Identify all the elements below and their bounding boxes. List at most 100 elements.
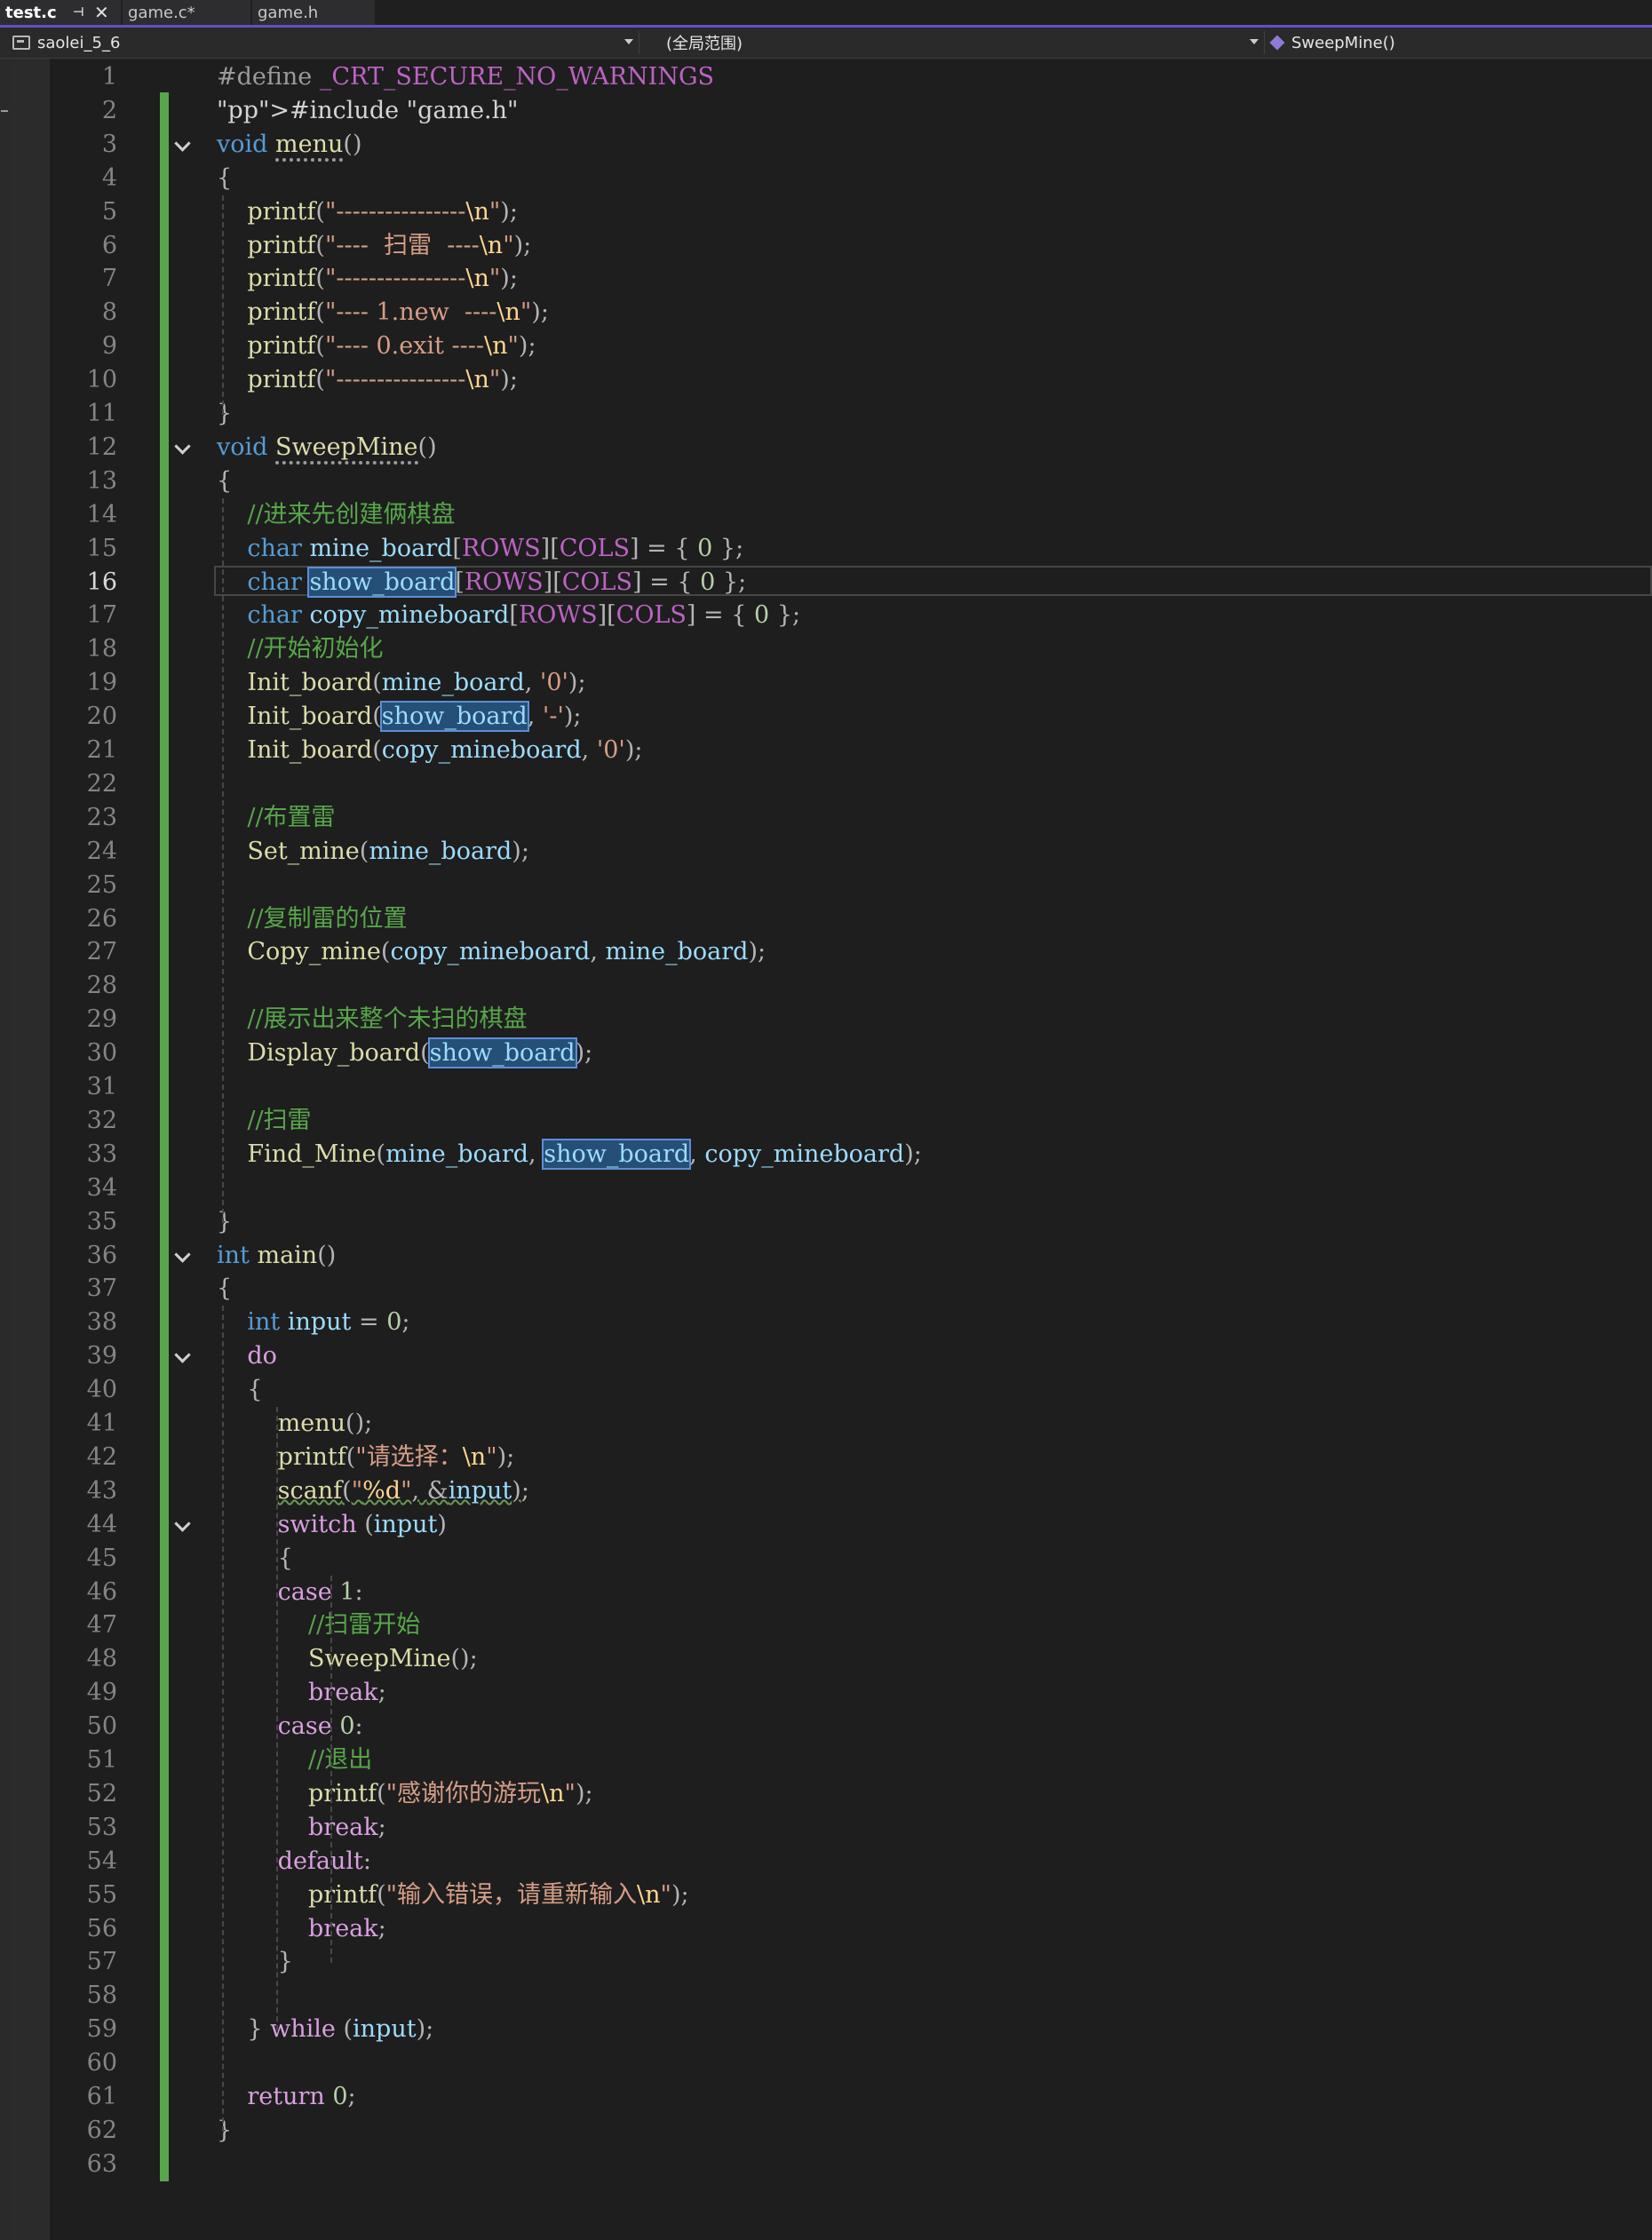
code-line[interactable]: 55 printf("输入错误，请重新输入\n");	[0, 1879, 1652, 1912]
code-line[interactable]: 8 printf("---- 1.new ----\n");	[0, 296, 1652, 330]
code-line[interactable]: 50 case 0:	[0, 1710, 1652, 1744]
line-number: 58	[86, 1982, 117, 2010]
code-line[interactable]: 59 } while (input);	[0, 2013, 1652, 2046]
tab-game-h[interactable]: game.h	[252, 0, 375, 25]
code-line[interactable]: 25	[0, 869, 1652, 902]
line-number: 42	[86, 1442, 117, 1471]
code-line[interactable]: 4{	[0, 162, 1652, 195]
code-line[interactable]: 13 {	[0, 465, 1652, 498]
code-line[interactable]: 6 printf("---- 扫雷 ----\n");	[0, 229, 1652, 263]
scope-dropdown[interactable]: (全局范围)	[643, 31, 1265, 54]
code-line[interactable]: 57 }	[0, 1945, 1652, 1979]
line-number: 23	[86, 803, 117, 831]
code-text: printf("---- 扫雷 ----\n");	[247, 231, 532, 259]
code-line[interactable]: 22	[0, 767, 1652, 801]
code-line[interactable]: 53 break;	[0, 1811, 1652, 1845]
indent-guide	[276, 1407, 278, 2031]
code-line[interactable]: 31	[0, 1070, 1652, 1104]
code-line[interactable]: 46 case 1:	[0, 1576, 1652, 1609]
code-line[interactable]: 24 Set_mine(mine_board);	[0, 835, 1652, 869]
code-text: //复制雷的位置	[247, 904, 408, 933]
code-line[interactable]: 32 //扫雷	[0, 1104, 1652, 1138]
code-line[interactable]: 21 Init_board(copy_mineboard, '0');	[0, 734, 1652, 767]
code-line[interactable]: 35}	[0, 1205, 1652, 1239]
code-line[interactable]: 56 break;	[0, 1912, 1652, 1946]
code-line[interactable]: 1 #define _CRT_SECURE_NO_WARNINGS	[0, 60, 1652, 94]
code-line[interactable]: 27 Copy_mine(copy_mineboard, mine_board)…	[0, 935, 1652, 969]
line-number: 37	[86, 1275, 117, 1303]
code-text: {	[217, 1275, 233, 1303]
code-line[interactable]: 9 printf("---- 0.exit ----\n");	[0, 330, 1652, 363]
fold-chevron-icon[interactable]	[174, 1245, 191, 1263]
code-line[interactable]: 30 Display_board(show_board);	[0, 1037, 1652, 1070]
code-line[interactable]: 61 return 0;	[0, 2080, 1652, 2114]
code-line[interactable]: 18 //开始初始化	[0, 632, 1652, 666]
code-line[interactable]: 10 printf("----------------\n");	[0, 363, 1652, 397]
code-text: default:	[277, 1847, 372, 1875]
code-line[interactable]: 33 Find_Mine(mine_board, show_board, cop…	[0, 1138, 1652, 1172]
dropdown-caret-icon[interactable]	[1250, 39, 1259, 44]
code-line[interactable]: 36 int main()	[0, 1239, 1652, 1273]
code-text: //退出	[308, 1746, 373, 1774]
code-line[interactable]: 51 //退出	[0, 1744, 1652, 1777]
code-line[interactable]: 43 scanf("%d", &input);	[0, 1474, 1652, 1508]
line-number: 62	[86, 2116, 117, 2144]
code-line[interactable]: 26 //复制雷的位置	[0, 902, 1652, 936]
code-line[interactable]: 63	[0, 2148, 1652, 2181]
code-line[interactable]: 15 char mine_board[ROWS][COLS] = { 0 };	[0, 532, 1652, 566]
close-icon[interactable]: ✕	[94, 0, 109, 25]
indent-guide	[222, 497, 224, 1223]
code-line[interactable]: 17 char copy_mineboard[ROWS][COLS] = { 0…	[0, 599, 1652, 632]
code-text: Init_board(mine_board, '0');	[247, 669, 586, 697]
code-line[interactable]: 29 //展示出来整个未扫的棋盘	[0, 1003, 1652, 1037]
code-line[interactable]: 54 default:	[0, 1845, 1652, 1879]
code-line[interactable]: 49 break;	[0, 1676, 1652, 1710]
tab-game-c[interactable]: game.c*	[123, 0, 250, 25]
code-line[interactable]: 20 Init_board(show_board, '-');	[0, 700, 1652, 734]
code-line[interactable]: 42 printf("请选择：\n");	[0, 1441, 1652, 1474]
code-line[interactable]: 45 {	[0, 1542, 1652, 1576]
code-line[interactable]: 47 //扫雷开始	[0, 1609, 1652, 1642]
code-line[interactable]: 16 char show_board[ROWS][COLS] = { 0 };	[0, 565, 1652, 600]
line-number: 51	[86, 1746, 117, 1774]
code-line[interactable]: 62}	[0, 2114, 1652, 2148]
pin-icon[interactable]: ⊣	[73, 0, 84, 25]
code-line[interactable]: 12 void SweepMine()	[0, 431, 1652, 465]
fold-chevron-icon[interactable]	[174, 1346, 191, 1363]
fold-chevron-icon[interactable]	[174, 135, 191, 152]
fold-chevron-icon[interactable]	[174, 1514, 191, 1532]
code-line[interactable]: 40 {	[0, 1373, 1652, 1407]
line-number: 60	[86, 2049, 117, 2077]
code-line[interactable]: 23 //布置雷	[0, 801, 1652, 835]
code-line[interactable]: 2 "pp">#include "game.h"	[0, 94, 1652, 128]
code-line[interactable]: 38 int input = 0;	[0, 1306, 1652, 1339]
code-line[interactable]: 19 Init_board(mine_board, '0');	[0, 666, 1652, 700]
code-line[interactable]: 58	[0, 1979, 1652, 2013]
code-line[interactable]: 60	[0, 2046, 1652, 2080]
code-line[interactable]: 34	[0, 1172, 1652, 1205]
line-number: 10	[86, 366, 117, 394]
code-line[interactable]: 39 do	[0, 1339, 1652, 1373]
line-number: 38	[86, 1308, 117, 1337]
dropdown-caret-icon[interactable]	[624, 39, 633, 44]
project-name: saolei_5_6	[37, 33, 121, 52]
code-line[interactable]: 37 {	[0, 1272, 1652, 1306]
code-line[interactable]: 14 //进来先创建俩棋盘	[0, 498, 1652, 532]
code-line[interactable]: 52 printf("感谢你的游玩\n");	[0, 1777, 1652, 1811]
code-line[interactable]: 3 void menu()	[0, 128, 1652, 162]
code-text: #define _CRT_SECURE_NO_WARNINGS	[217, 63, 715, 91]
project-dropdown[interactable]: saolei_5_6	[12, 31, 639, 54]
code-line[interactable]: 44 switch (input)	[0, 1508, 1652, 1542]
line-number: 24	[86, 837, 117, 865]
code-line[interactable]: 5 printf("----------------\n");	[0, 195, 1652, 229]
code-line[interactable]: 7 printf("----------------\n");	[0, 262, 1652, 296]
code-line[interactable]: 48 SweepMine();	[0, 1642, 1652, 1676]
code-text: //扫雷开始	[308, 1611, 421, 1640]
function-dropdown[interactable]: SweepMine()	[1269, 31, 1652, 54]
tab-test-c[interactable]: test.c ⊣ ✕	[0, 0, 121, 25]
code-line[interactable]: 28	[0, 969, 1652, 1003]
code-line[interactable]: 41 menu();	[0, 1407, 1652, 1441]
line-number: 20	[86, 703, 117, 731]
fold-chevron-icon[interactable]	[174, 438, 191, 455]
code-line[interactable]: 11}	[0, 397, 1652, 431]
